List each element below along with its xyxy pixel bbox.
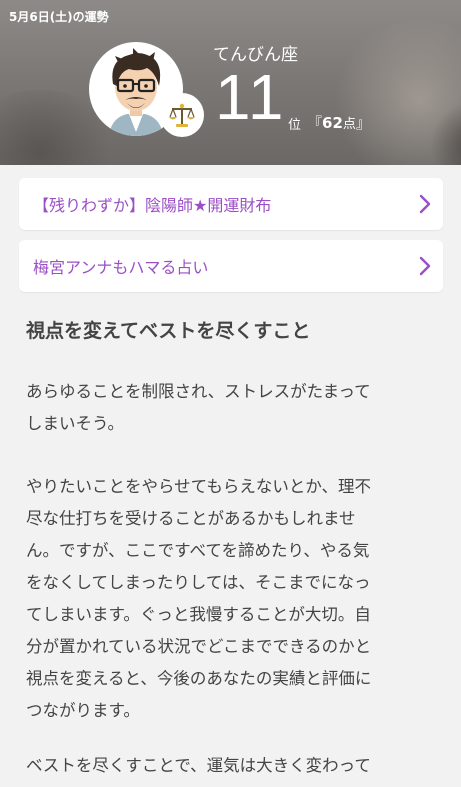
link-lucky-wallet[interactable]: 【残りわずか】陰陽師★開運財布 xyxy=(19,178,443,230)
score-unit: 点 xyxy=(342,117,356,132)
paragraph-line: ベストを尽くすことで、運気は大きく変わって xyxy=(26,756,371,775)
paragraph-line: あらゆることを制限され、ストレスがたまって xyxy=(26,382,371,401)
chevron-right-icon xyxy=(419,194,431,218)
link-label: 梅宮アンナもハマる占い xyxy=(33,258,209,277)
article-paragraph: ベストを尽くすことで、運気は大きく変わって xyxy=(26,750,436,782)
score-value: 62 xyxy=(322,114,343,132)
article-paragraph: やりたいことをやらせてもらえないとか、理不 尽な仕打ちを受けることがあるかもしれ… xyxy=(26,471,436,727)
paragraph-line: 尽な仕打ちを受けることがあるかもしれませ xyxy=(26,509,356,528)
date-label: 5月6日(土)の運勢 xyxy=(9,10,109,24)
article-paragraph: あらゆることを制限され、ストレスがたまって しまいそう。 xyxy=(26,376,436,440)
paragraph-line: をなくしてしまったりしては、そこまでになっ xyxy=(26,573,371,592)
score-open-bracket: 『 xyxy=(307,114,323,132)
paragraph-line: てしまいます。ぐっと我慢することが大切。自 xyxy=(26,605,371,624)
rank-number: 11 xyxy=(215,61,286,133)
paragraph-line: やりたいことをやらせてもらえないとか、理不 xyxy=(26,477,372,496)
paragraph-line: 分が置かれている状況でどこまでできるのかと xyxy=(26,637,372,656)
fortune-header: 5月6日(土)の運勢 てんびん座 11 位 『62点』 xyxy=(0,0,461,165)
link-fortune-service[interactable]: 梅宮アンナもハマる占い xyxy=(19,240,443,292)
paragraph-line: しまいそう。 xyxy=(26,414,125,433)
fortune-page: 5月6日(土)の運勢 てんびん座 11 位 『62点』 【残りわずか】陰陽師★開… xyxy=(0,0,461,787)
paragraph-line: つながります。 xyxy=(26,701,140,720)
libra-scales-icon xyxy=(160,93,204,137)
article-title: 視点を変えてベストを尽くすこと xyxy=(26,320,311,342)
rank-unit: 位 xyxy=(288,118,302,133)
score-close-bracket: 』 xyxy=(355,114,371,132)
score: 『62点』 xyxy=(307,112,371,133)
chevron-right-icon xyxy=(419,256,431,280)
paragraph-line: ん。ですが、ここですべてを諦めたり、やる気 xyxy=(26,541,370,560)
paragraph-line: 視点を変えると、今後のあなたの実績と評価に xyxy=(26,669,372,688)
link-label: 【残りわずか】陰陽師★開運財布 xyxy=(33,196,272,215)
